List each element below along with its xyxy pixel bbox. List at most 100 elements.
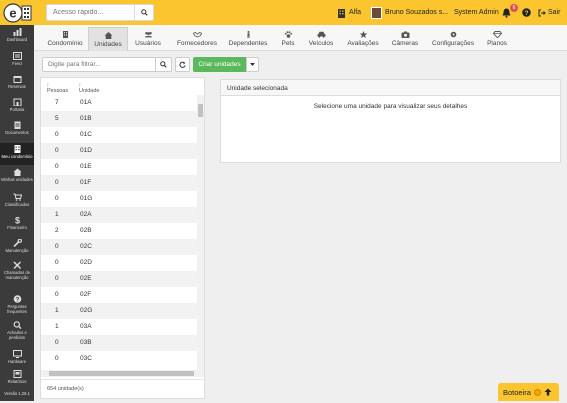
- refresh-button[interactable]: [175, 57, 190, 72]
- sidebar-item-perguntas-frequentes[interactable]: ? Perguntas frequentes: [0, 295, 34, 315]
- sidebar-item-label: Perguntas frequentes: [7, 304, 27, 314]
- sidebar-item-label: Hardware: [7, 359, 27, 364]
- user-menu[interactable]: Bruno Souzados s...: [371, 5, 448, 20]
- table-row[interactable]: 7 01A: [41, 95, 197, 111]
- tab-unidades[interactable]: Unidades: [88, 27, 128, 51]
- tab-fornecedores[interactable]: Fornecedores: [174, 27, 220, 51]
- quick-search-input[interactable]: [47, 5, 134, 20]
- handshake-icon: [192, 31, 202, 38]
- tab-avaliacoes[interactable]: Avaliações: [343, 27, 383, 51]
- help-button[interactable]: ?: [522, 5, 531, 20]
- units-list-panel: Pessoas ⁝ Unidade ⁝ 7 01A 5 01B 0 01C 0 01D …: [40, 77, 205, 399]
- table-row[interactable]: 1 02G: [41, 303, 197, 319]
- tab-label: Configurações: [432, 40, 474, 47]
- table-row[interactable]: 0 03C: [41, 351, 197, 367]
- camera-icon: [401, 31, 409, 38]
- table-row[interactable]: 0 01E: [41, 159, 197, 175]
- top-bar: e Alfa Bruno Souzados s... System Admin …: [0, 0, 567, 25]
- status-dot-icon: [533, 388, 541, 396]
- sidebar: Dashboard Feed Reservas Portaria Documen…: [0, 25, 34, 401]
- sidebar-item-portaria[interactable]: Portaria: [0, 98, 34, 118]
- horizontal-scrollbar[interactable]: [41, 370, 204, 377]
- filter-input[interactable]: [43, 58, 155, 71]
- condo-selector[interactable]: Alfa: [337, 5, 361, 20]
- report-icon: [13, 370, 21, 378]
- sidebar-item-label: Minhas unidades: [1, 177, 33, 182]
- sidebar-item-hardware[interactable]: Hardware: [0, 350, 34, 364]
- scrollbar-thumb[interactable]: [198, 104, 203, 117]
- tab-label: Fornecedores: [176, 40, 218, 47]
- role-label: System Admin: [454, 9, 499, 16]
- sidebar-item-label: Versão 1.28.1: [4, 391, 30, 396]
- svg-text:?: ?: [525, 10, 529, 17]
- sidebar-item-feed[interactable]: Feed: [0, 52, 34, 72]
- arrow-up-icon: [544, 388, 552, 396]
- table-row[interactable]: 0 02D: [41, 255, 197, 271]
- sidebar-item-reservas[interactable]: Reservas: [0, 75, 34, 95]
- wrench-icon: [12, 239, 22, 247]
- create-units-button[interactable]: Criar unidades: [193, 57, 246, 72]
- child-icon: [247, 31, 249, 38]
- tab-label: Veículos: [308, 40, 334, 47]
- sidebar-item-financeiro[interactable]: $ Financeiro: [0, 216, 34, 234]
- scrollbar-thumb[interactable]: [49, 371, 194, 376]
- table-row[interactable]: 0 03B: [41, 335, 197, 351]
- botoeira-button[interactable]: Botoeira: [498, 383, 559, 401]
- table-row[interactable]: 0 02F: [41, 287, 197, 303]
- caret-down-icon: [250, 63, 255, 66]
- tab-cameras[interactable]: Câmeras: [389, 27, 421, 51]
- sidebar-item-meu-condominio[interactable]: Meu condomínio: [0, 143, 34, 165]
- sidebar-item-documentos[interactable]: Documentos: [0, 121, 34, 141]
- avatar: [371, 6, 382, 19]
- gear-icon: [450, 31, 456, 38]
- table-row[interactable]: 0 01D: [41, 143, 197, 159]
- sidebar-item-achados-perdidos[interactable]: Achados e perdidos: [0, 321, 34, 341]
- tab-planos[interactable]: Planos: [482, 27, 512, 51]
- table-row[interactable]: 0 02E: [41, 271, 197, 287]
- quick-search-button[interactable]: [134, 5, 153, 20]
- sidebar-item-classificados[interactable]: Classificados: [0, 193, 34, 211]
- sidebar-item-chamados-manutencao[interactable]: Chamados de manutenção: [0, 261, 34, 287]
- app-logo[interactable]: e: [3, 2, 33, 23]
- tab-dependentes[interactable]: Dependentes: [227, 27, 269, 51]
- logout-button[interactable]: Sair: [538, 5, 560, 20]
- tab-condominio[interactable]: Condomínio: [42, 27, 88, 51]
- sidebar-item-minhas-unidades[interactable]: Minhas unidades: [0, 168, 34, 188]
- car-icon: [317, 31, 325, 38]
- dollar-icon: $: [14, 216, 19, 224]
- users-icon: [144, 32, 152, 38]
- units-rows: 7 01A 5 01B 0 01C 0 01D 0 01E 0 01F 0 01G 1 02A …: [41, 95, 197, 370]
- search-icon: [13, 321, 21, 329]
- tab-usuarios[interactable]: Usuários: [130, 27, 166, 51]
- monitor-icon: [12, 350, 22, 358]
- table-row[interactable]: 0 01G: [41, 191, 197, 207]
- table-row[interactable]: 0 02C: [41, 239, 197, 255]
- botoeira-label: Botoeira: [503, 387, 531, 397]
- sidebar-item-label: Financeiro: [7, 225, 27, 230]
- table-row[interactable]: 0 01F: [41, 175, 197, 191]
- star-icon: [359, 31, 367, 38]
- tab-veiculos[interactable]: Veículos: [305, 27, 337, 51]
- tab-label: Usuários: [135, 40, 161, 47]
- tab-pets[interactable]: Pets: [278, 27, 298, 51]
- table-row[interactable]: 1 03A: [41, 319, 197, 335]
- column-header-pessoas[interactable]: Pessoas ⁝: [47, 83, 68, 94]
- filter-box: [42, 57, 172, 72]
- sidebar-item-label: Meu condomínio: [1, 154, 33, 159]
- table-row[interactable]: 1 02A: [41, 207, 197, 223]
- sidebar-item-manutencao[interactable]: Manutenção: [0, 239, 34, 257]
- svg-text:$: $: [14, 216, 19, 224]
- sidebar-item-dashboard[interactable]: Dashboard: [0, 28, 34, 50]
- create-units-dropdown[interactable]: [246, 57, 259, 72]
- column-header-unidade[interactable]: Unidade ⁝: [79, 83, 100, 94]
- table-row[interactable]: 2 02B: [41, 223, 197, 239]
- table-row[interactable]: 0 01C: [41, 127, 197, 143]
- table-row[interactable]: 5 01B: [41, 111, 197, 127]
- vertical-scrollbar[interactable]: [197, 95, 204, 370]
- tab-configuracoes[interactable]: Configurações: [427, 27, 479, 51]
- tab-bar: Condomínio Unidades Usuários Fornecedore…: [34, 25, 567, 51]
- building-icon: [338, 8, 345, 18]
- sidebar-item-label: Portaria: [9, 107, 25, 112]
- filter-search-button[interactable]: [155, 58, 171, 71]
- sidebar-item-relatorios[interactable]: Relatórios: [0, 370, 34, 386]
